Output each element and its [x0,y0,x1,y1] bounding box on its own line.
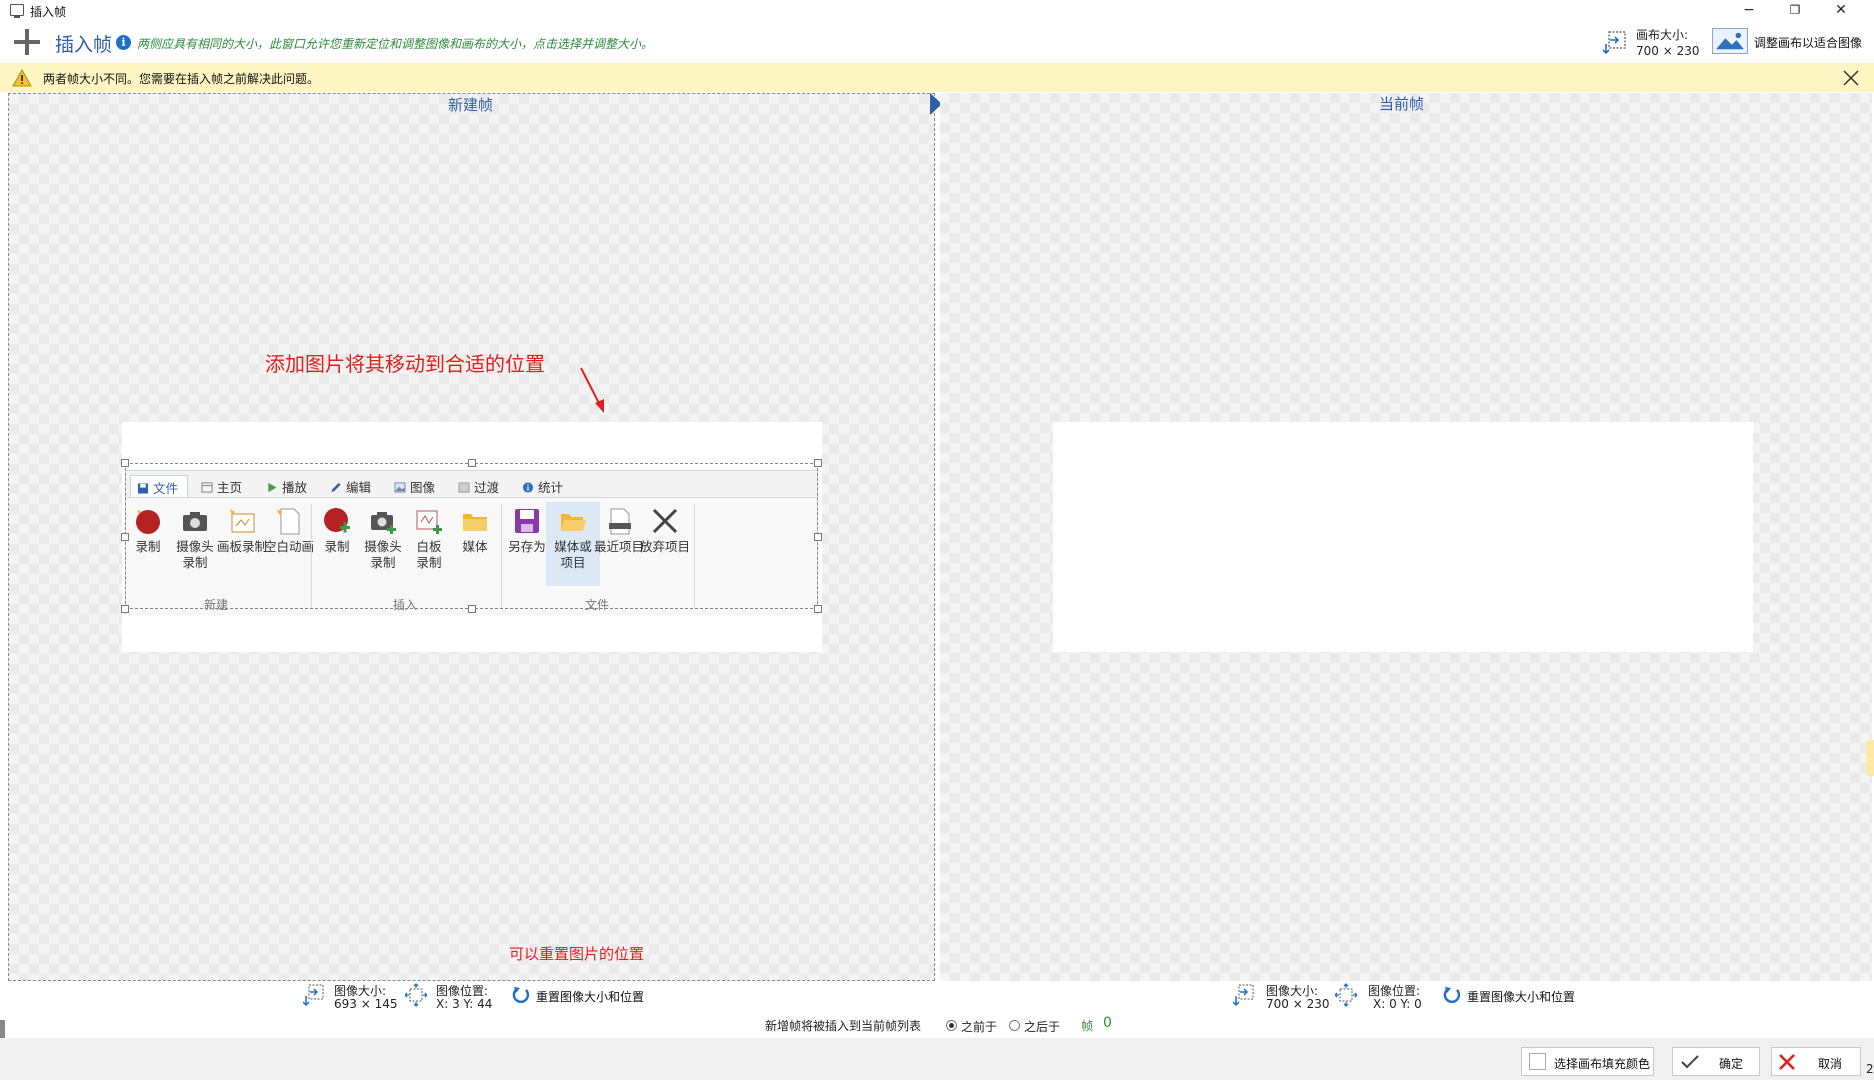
warning-text: 两者帧大小不同。您需要在插入帧之前解决此问题。 [43,72,320,86]
resize-handle-bottom[interactable] [468,605,476,613]
right-scroll-marker [1866,740,1874,776]
fit-canvas-label: 调整画布以适合图像 [1754,36,1863,50]
annotation-reset-position: 可以重置图片的位置 [509,945,645,963]
image-position-icon [405,983,427,1007]
radio-before[interactable] [946,1020,957,1031]
resize-handle-top-left[interactable] [121,459,129,467]
right-status-row: 图像大小: 700 × 230 图像位置: X: 0 Y: 0 重置图像大小和位… [940,982,1872,1012]
resize-handle-left[interactable] [121,533,129,541]
radio-after[interactable] [1009,1020,1020,1031]
frame-number-input[interactable]: 0 [1103,1015,1112,1031]
close-warning-icon[interactable] [1840,67,1862,89]
annotation-add-image: 添加图片将其移动到合适的位置 [265,352,545,376]
reset-icon [1443,987,1461,1003]
selection-rectangle[interactable] [125,463,818,609]
footer-bar: 选择画布填充颜色 确定 取消 2 [0,1038,1874,1080]
cancel-button[interactable]: 取消 [1771,1047,1861,1076]
resize-handle-top[interactable] [468,459,476,467]
reset-image-button-right[interactable]: 重置图像大小和位置 [1443,986,1583,1006]
reset-icon [512,987,530,1003]
image-position-icon [1335,983,1357,1007]
fit-canvas-button[interactable]: 调整画布以适合图像 [1712,24,1870,58]
title-bar: 插入帧 − ❐ ✕ [0,0,1874,20]
landscape-image-icon [1712,28,1748,54]
cancel-x-icon [1779,1054,1795,1070]
image-position-value: X: 0 Y: 0 [1373,997,1422,1011]
fill-color-button[interactable]: 选择画布填充颜色 [1521,1047,1654,1076]
left-status-row: 图像大小: 693 × 145 图像位置: X: 3 Y: 44 重置图像大小和… [0,982,935,1012]
reset-image-button-left[interactable]: 重置图像大小和位置 [512,986,652,1006]
warning-icon [12,69,32,87]
left-edge-marker [0,1020,5,1038]
canvas-size-label: 画布大小: [1636,28,1689,42]
resize-handle-bottom-left[interactable] [121,605,129,613]
reset-label: 重置图像大小和位置 [536,990,645,1004]
image-position-value: X: 3 Y: 44 [436,997,493,1011]
info-icon: i [116,35,131,50]
ok-label: 确定 [1719,1057,1744,1071]
plus-icon [12,27,42,57]
fill-color-label: 选择画布填充颜色 [1554,1057,1651,1071]
warning-bar: 两者帧大小不同。您需要在插入帧之前解决此问题。 [0,63,1874,92]
insert-position-label: 新增帧将被插入到当前帧列表 [765,1019,922,1033]
restore-button[interactable]: ❐ [1772,0,1818,20]
corner-digit: 2 [1866,1062,1874,1076]
header: 插入帧 i 两侧应具有相同的大小，此窗口允许您重新定位和调整图像和画布的大小，点… [0,20,1874,62]
resize-handle-bottom-right[interactable] [814,605,822,613]
ok-button[interactable]: 确定 [1672,1047,1760,1076]
insert-position-row: 新增帧将被插入到当前帧列表 之前于 之后于 帧 0 [0,1012,1874,1038]
header-title: 插入帧 [55,34,113,56]
image-size-icon [1233,984,1254,1007]
frame-label: 帧 [1081,1019,1094,1033]
header-description: 两侧应具有相同的大小，此窗口允许您重新定位和调整图像和画布的大小，点击选择并调整… [137,37,654,51]
app-monitor-icon [10,4,24,18]
image-size-value: 700 × 230 [1266,997,1330,1011]
current-frame-panel: 当前帧 [940,93,1872,981]
cancel-label: 取消 [1818,1057,1843,1071]
minimize-button[interactable]: − [1726,0,1772,20]
radio-before-label[interactable]: 之前于 [961,1018,997,1035]
reset-label: 重置图像大小和位置 [1467,990,1576,1004]
current-frame-title: 当前帧 [1379,95,1425,113]
annotation-arrow-icon [580,367,604,413]
window-title: 插入帧 [30,5,67,19]
canvas-size-value: 700 × 230 [1636,44,1700,58]
image-size-icon [303,984,324,1007]
resize-handle-top-right[interactable] [814,459,822,467]
color-swatch [1529,1053,1546,1070]
canvas-size-icon [1603,31,1626,55]
new-frame-title: 新建帧 [448,96,494,114]
close-button[interactable]: ✕ [1818,0,1864,20]
radio-after-label[interactable]: 之后于 [1024,1018,1060,1035]
resize-handle-right[interactable] [814,533,822,541]
check-icon [1681,1055,1699,1069]
image-size-value: 693 × 145 [334,997,398,1011]
current-frame-canvas [1053,422,1753,652]
